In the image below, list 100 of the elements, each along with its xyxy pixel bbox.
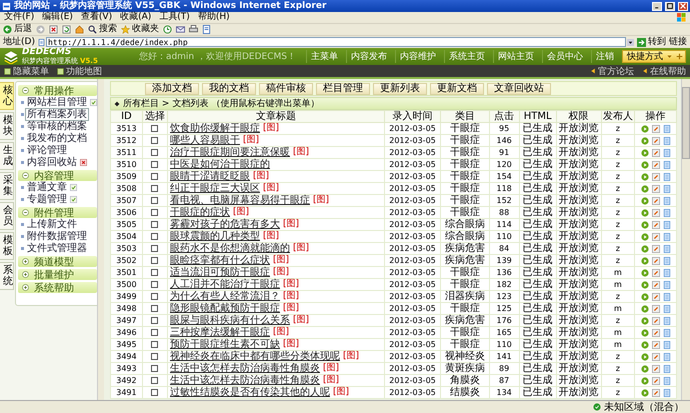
document-icon[interactable]: [662, 364, 671, 372]
side-tab[interactable]: 系统: [0, 262, 14, 290]
row-checkbox[interactable]: [151, 316, 158, 324]
play-icon[interactable]: [640, 124, 649, 132]
edit-icon[interactable]: [652, 316, 660, 324]
menu-item[interactable]: 上传新文件: [26, 219, 78, 230]
shortcut-dropdown[interactable]: 快捷方式: [622, 50, 686, 63]
go-button[interactable]: 转到: [637, 36, 666, 48]
scrollbar[interactable]: [681, 79, 690, 400]
side-tab[interactable]: 核心: [0, 82, 14, 110]
article-link[interactable]: 干眼症的症状: [170, 207, 230, 218]
article-link[interactable]: 哪些人容易眼干: [170, 135, 240, 146]
document-icon[interactable]: [662, 280, 671, 288]
article-link[interactable]: 看电视、电脑屏幕容易得干眼症: [170, 195, 310, 206]
menu-item[interactable]: 所有档案列表: [26, 109, 88, 120]
play-icon[interactable]: [640, 244, 649, 252]
document-icon[interactable]: [662, 244, 671, 252]
row-checkbox[interactable]: [151, 376, 158, 384]
row-checkbox[interactable]: [151, 256, 158, 264]
article-link[interactable]: 过敏性结膜炎是否有传染其他的人呢: [170, 387, 330, 398]
document-icon[interactable]: [662, 124, 671, 132]
article-link[interactable]: 隐形眼镜配戴预防干眼症: [170, 303, 280, 314]
menu-group-header[interactable]: 附件管理: [18, 207, 97, 218]
home-icon[interactable]: [75, 25, 84, 34]
menu-item[interactable]: 专题管理: [26, 194, 68, 205]
row-checkbox[interactable]: [151, 268, 158, 276]
row-checkbox[interactable]: [151, 184, 158, 192]
row-checkbox[interactable]: [151, 232, 158, 240]
play-icon[interactable]: [640, 304, 649, 312]
row-checkbox[interactable]: [151, 292, 158, 300]
article-link[interactable]: 为什么有些人经常流泪？: [170, 291, 280, 302]
dropdown-arrow-icon[interactable]: [627, 38, 634, 46]
menu-group-header[interactable]: 内容管理: [18, 170, 97, 181]
menu-item[interactable]: 工具(T): [159, 12, 190, 23]
document-icon[interactable]: [662, 340, 671, 348]
play-icon[interactable]: [640, 136, 649, 144]
play-icon[interactable]: [640, 364, 649, 372]
toolbar-button[interactable]: 更新列表: [373, 82, 427, 94]
document-icon[interactable]: [662, 172, 671, 180]
row-checkbox[interactable]: [151, 244, 158, 252]
article-link[interactable]: 视神经炎在临床中都有哪些分类体现呢: [170, 351, 340, 362]
toolbar-button[interactable]: 文章回收站: [487, 82, 551, 94]
edit-icon[interactable]: [652, 232, 660, 240]
print-icon[interactable]: [189, 25, 198, 34]
toolbar-link[interactable]: 官方论坛: [590, 64, 634, 78]
document-icon[interactable]: [662, 232, 671, 240]
play-icon[interactable]: [640, 268, 649, 276]
nav-link[interactable]: 网站主页: [493, 50, 538, 63]
toolbar-button[interactable]: 我的文档: [202, 82, 256, 94]
row-checkbox[interactable]: [151, 388, 158, 396]
play-icon[interactable]: [640, 184, 649, 192]
menu-item[interactable]: 评论管理: [26, 145, 68, 156]
menu-item[interactable]: 编辑(E): [42, 12, 73, 23]
search-button[interactable]: 搜索: [88, 24, 117, 35]
menu-item[interactable]: 网站栏目管理: [26, 97, 88, 108]
edit-icon[interactable]: [652, 208, 660, 216]
toolbar-button[interactable]: 栏目管理: [316, 82, 370, 94]
edit-icon[interactable]: [652, 256, 660, 264]
edit-icon[interactable]: [652, 196, 660, 204]
edit-icon[interactable]: [652, 340, 660, 348]
toolbar-button[interactable]: 添加文档: [145, 82, 199, 94]
edit-icon[interactable]: [652, 268, 660, 276]
add-icon[interactable]: [70, 196, 77, 203]
row-checkbox[interactable]: [151, 208, 158, 216]
maximize-button[interactable]: [665, 2, 675, 10]
row-checkbox[interactable]: [151, 340, 158, 348]
history-icon[interactable]: [163, 25, 172, 34]
row-checkbox[interactable]: [151, 196, 158, 204]
menu-item[interactable]: 我发布的文档: [26, 133, 88, 144]
refresh-icon[interactable]: [62, 25, 71, 34]
play-icon[interactable]: [640, 160, 649, 168]
minimize-button[interactable]: [652, 2, 662, 10]
play-icon[interactable]: [640, 388, 649, 396]
address-field[interactable]: http://1.1.1.4/dede/index.php: [46, 37, 626, 47]
scrollbar[interactable]: [97, 79, 104, 400]
play-icon[interactable]: [640, 376, 649, 384]
edit-icon[interactable]: [652, 280, 660, 288]
article-link[interactable]: 饮食助你缓解干眼症: [170, 123, 260, 134]
delete-icon[interactable]: [80, 159, 87, 166]
links-label[interactable]: 链接: [669, 36, 687, 48]
menu-item[interactable]: 收藏(A): [120, 12, 152, 23]
document-icon[interactable]: [662, 148, 671, 156]
document-icon[interactable]: [662, 220, 671, 228]
document-icon[interactable]: [662, 160, 671, 168]
menu-group-header[interactable]: 系统帮助: [18, 282, 97, 293]
play-icon[interactable]: [640, 232, 649, 240]
play-icon[interactable]: [640, 172, 649, 180]
menu-item[interactable]: 查看(V): [80, 12, 112, 23]
back-button[interactable]: 后退: [3, 24, 32, 35]
article-link[interactable]: 眼球震颤的几种类型: [170, 231, 260, 242]
menu-item[interactable]: 文件式管理器: [26, 243, 88, 254]
document-icon[interactable]: [662, 328, 671, 336]
document-icon[interactable]: [662, 136, 671, 144]
menu-item[interactable]: 普通文章: [26, 182, 68, 193]
play-icon[interactable]: [640, 352, 649, 360]
article-link[interactable]: 人工泪并不能治疗干眼症: [170, 279, 280, 290]
edit-icon[interactable]: [652, 220, 660, 228]
edit-icon[interactable]: [652, 376, 660, 384]
side-tab[interactable]: 模块: [0, 112, 14, 140]
play-icon[interactable]: [640, 292, 649, 300]
